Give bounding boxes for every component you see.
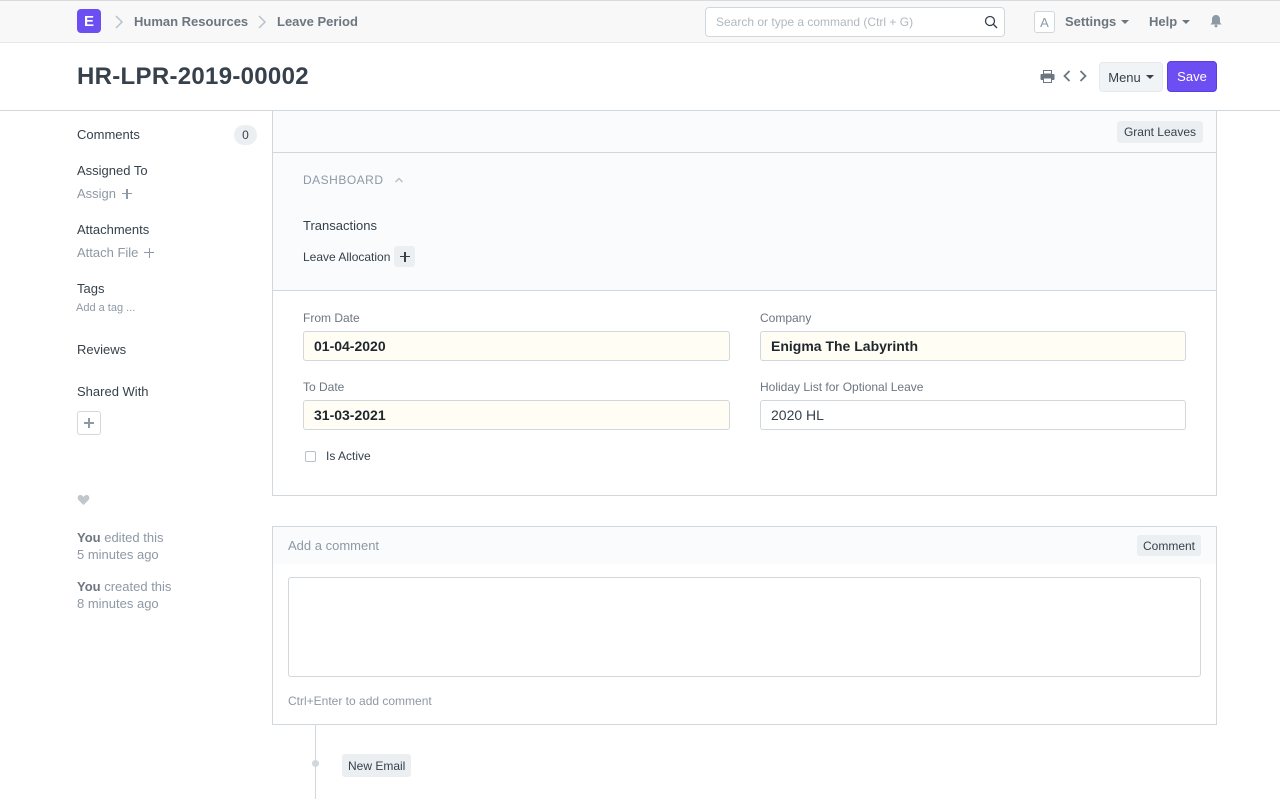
comment-textarea[interactable] [288,577,1201,677]
activity-item-created: You created this 8 minutes ago [77,578,171,612]
grant-leaves-button[interactable]: Grant Leaves [1116,121,1203,143]
activity-when: 8 minutes ago [77,596,159,611]
comment-header: Add a comment Comment [273,527,1216,564]
plus-icon [144,247,155,258]
breadcrumb-human-resources[interactable]: Human Resources [134,14,248,29]
top-navbar: E Human Resources Leave Period A Setting… [0,0,1280,43]
activity-when: 5 minutes ago [77,547,159,562]
dashboard-section: DASHBOARD Transactions Leave Allocation [273,153,1216,291]
comment-title: Add a comment [288,538,380,553]
add-leave-allocation-button[interactable] [394,246,416,267]
plus-icon [122,188,133,199]
chevron-right-icon[interactable] [1078,69,1088,83]
sidebar-reviews-label: Reviews [77,342,127,357]
page-title: HR-LPR-2019-00002 [77,63,309,90]
page-header: HR-LPR-2019-00002 Menu Save [0,43,1280,111]
holiday-list-field[interactable]: 2020 HL [760,400,1186,430]
new-email-button[interactable]: New Email [342,754,412,777]
add-share-button[interactable] [77,411,101,435]
from-date-field[interactable]: 01-04-2020 [303,331,730,361]
company-label: Company [760,311,812,325]
from-date-label: From Date [303,311,360,325]
search-bar [705,7,1005,37]
transactions-heading: Transactions [303,218,377,233]
user-avatar[interactable]: A [1034,11,1055,33]
caret-down-icon [1121,19,1130,24]
dashboard-toggle[interactable]: DASHBOARD [303,173,404,187]
help-dropdown[interactable]: Help [1149,14,1191,29]
help-label: Help [1149,14,1178,29]
timeline-dot [312,760,319,767]
chevron-left-icon[interactable] [1062,69,1072,83]
sidebar-comments-label[interactable]: Comments [77,127,140,142]
search-icon[interactable] [984,15,998,29]
menu-button[interactable]: Menu [1099,62,1163,92]
bell-icon[interactable] [1209,14,1223,28]
form-card: Grant Leaves DASHBOARD Transactions Leav… [272,111,1217,496]
chevron-right-icon [115,15,124,29]
is-active-label[interactable]: Is Active [326,449,371,463]
comment-card: Add a comment Comment Ctrl+Enter to add … [272,526,1217,725]
leave-allocation-link[interactable]: Leave Allocation [303,246,416,267]
activity-who: You [77,579,101,594]
sidebar-shared-with-label: Shared With [77,384,149,399]
activity-item-edited: You edited this 5 minutes ago [77,529,163,563]
activity-who: You [77,530,101,545]
caret-down-icon [1182,19,1191,24]
company-field[interactable]: Enigma The Labyrinth [760,331,1186,361]
comments-count-badge: 0 [234,125,257,145]
chevron-up-icon [394,177,403,183]
settings-label: Settings [1065,14,1117,29]
assign-label: Assign [77,186,117,201]
dashboard-label: DASHBOARD [303,173,384,187]
sidebar-tags-label: Tags [77,281,105,296]
chevron-right-icon [258,15,267,29]
to-date-field[interactable]: 31-03-2021 [303,400,730,430]
search-input[interactable] [706,8,976,36]
printer-icon[interactable] [1040,70,1055,83]
plus-icon [84,418,94,428]
caret-down-icon [1145,75,1154,79]
plus-icon [399,251,410,262]
attach-file-label: Attach File [77,245,139,260]
activity-action: created this [104,579,172,594]
assign-button[interactable]: Assign [77,186,133,201]
menu-label: Menu [1108,69,1141,85]
form-toolbar: Grant Leaves [273,111,1216,153]
heart-icon[interactable] [77,494,90,506]
holiday-list-label: Holiday List for Optional Leave [760,380,924,394]
breadcrumb-leave-period[interactable]: Leave Period [277,14,358,29]
activity-action: edited this [104,530,164,545]
comment-button[interactable]: Comment [1136,535,1201,556]
leave-allocation-label[interactable]: Leave Allocation [303,250,390,264]
save-button[interactable]: Save [1167,61,1217,92]
app-logo[interactable]: E [77,9,101,33]
to-date-label: To Date [303,380,345,394]
add-tag-input[interactable]: Add a tag ... [76,302,135,314]
attach-file-button[interactable]: Attach File [77,245,155,260]
sidebar-assigned-to-label: Assigned To [77,163,148,178]
sidebar-attachments-label: Attachments [77,222,150,237]
comment-hint: Ctrl+Enter to add comment [288,694,432,708]
settings-dropdown[interactable]: Settings [1065,14,1130,29]
is-active-checkbox[interactable] [305,451,316,462]
